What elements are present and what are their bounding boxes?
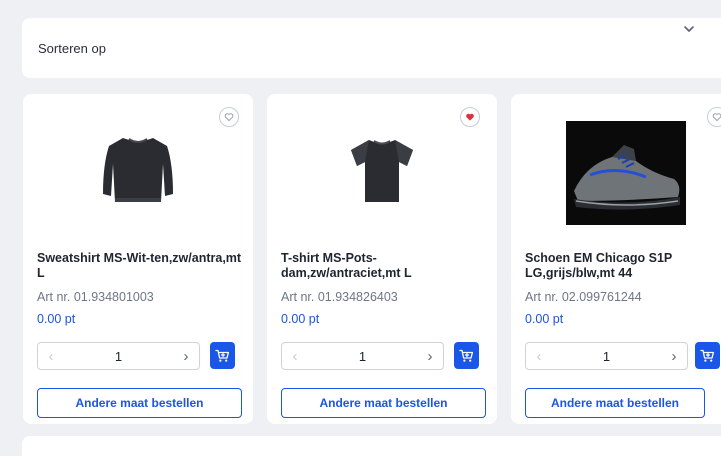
product-points: 0.00 pt bbox=[281, 312, 320, 326]
quantity-stepper[interactable]: ‹ 1 › bbox=[37, 342, 200, 370]
product-card: Sweatshirt MS-Wit-ten,zw/antra,mt L Art … bbox=[23, 94, 253, 424]
sort-dropdown[interactable]: Sorteren op bbox=[22, 18, 721, 78]
increase-button[interactable]: › bbox=[173, 343, 199, 369]
shoe-image[interactable] bbox=[511, 118, 721, 228]
cart-icon bbox=[215, 349, 230, 362]
quantity-value[interactable]: 1 bbox=[552, 349, 661, 364]
article-number: Art nr. 01.934826403 bbox=[281, 290, 398, 304]
cart-icon bbox=[700, 349, 715, 362]
sort-label: Sorteren op bbox=[38, 40, 106, 56]
product-points: 0.00 pt bbox=[525, 312, 564, 326]
add-to-cart-button[interactable] bbox=[695, 342, 720, 369]
chevron-down-icon[interactable] bbox=[682, 22, 696, 36]
sweatshirt-image[interactable] bbox=[23, 114, 253, 224]
product-points: 0.00 pt bbox=[37, 312, 76, 326]
other-size-button[interactable]: Andere maat bestellen bbox=[37, 388, 242, 418]
product-name[interactable]: Sweatshirt MS-Wit-ten,zw/antra,mt L bbox=[37, 251, 242, 281]
add-to-cart-button[interactable] bbox=[210, 342, 235, 369]
quantity-stepper[interactable]: ‹ 1 › bbox=[281, 342, 444, 370]
increase-button[interactable]: › bbox=[661, 343, 687, 369]
quantity-value[interactable]: 1 bbox=[308, 349, 417, 364]
decrease-button[interactable]: ‹ bbox=[282, 343, 308, 369]
increase-button[interactable]: › bbox=[417, 343, 443, 369]
product-card: Schoen EM Chicago S1P LG,grijs/blw,mt 44… bbox=[511, 94, 721, 424]
article-number: Art nr. 02.099761244 bbox=[525, 290, 642, 304]
next-section-panel bbox=[22, 436, 721, 456]
add-to-cart-button[interactable] bbox=[454, 342, 479, 369]
cart-icon bbox=[459, 349, 474, 362]
article-number: Art nr. 01.934801003 bbox=[37, 290, 154, 304]
quantity-stepper[interactable]: ‹ 1 › bbox=[525, 342, 688, 370]
decrease-button[interactable]: ‹ bbox=[38, 343, 64, 369]
quantity-value[interactable]: 1 bbox=[64, 349, 173, 364]
other-size-button[interactable]: Andere maat bestellen bbox=[525, 388, 705, 418]
decrease-button[interactable]: ‹ bbox=[526, 343, 552, 369]
product-card: T-shirt MS-Pots-dam,zw/antraciet,mt L Ar… bbox=[267, 94, 497, 424]
tshirt-image[interactable] bbox=[267, 114, 497, 224]
product-name[interactable]: T-shirt MS-Pots-dam,zw/antraciet,mt L bbox=[281, 251, 486, 281]
other-size-button[interactable]: Andere maat bestellen bbox=[281, 388, 486, 418]
product-name[interactable]: Schoen EM Chicago S1P LG,grijs/blw,mt 44 bbox=[525, 251, 721, 281]
